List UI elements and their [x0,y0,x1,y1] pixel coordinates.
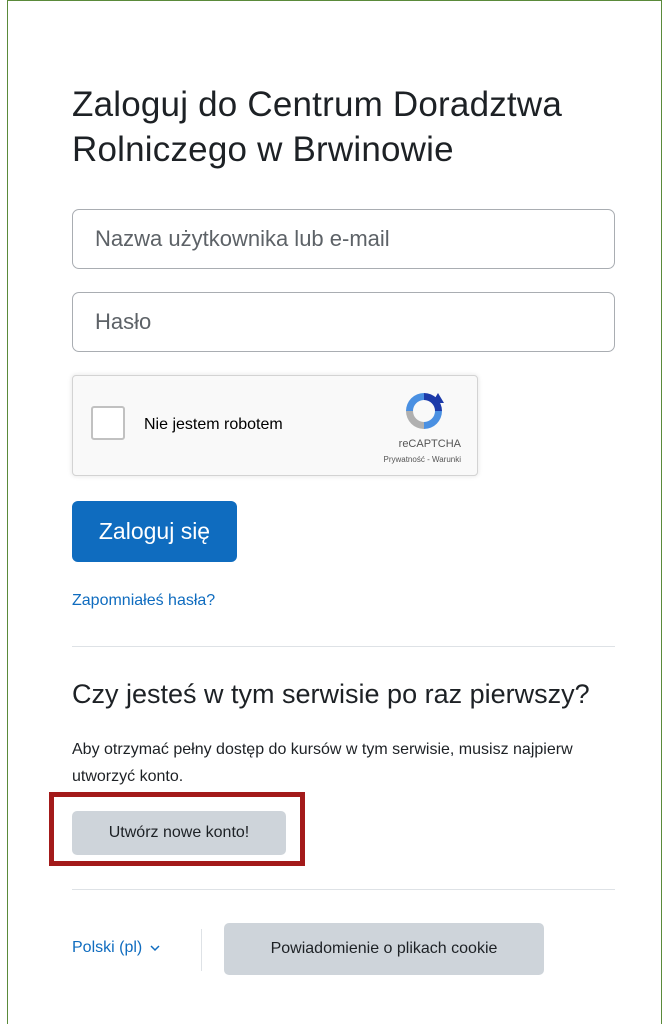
recaptcha-logo-icon [406,393,444,429]
username-input[interactable]: Nazwa użytkownika lub e-mail [72,209,615,269]
divider [72,646,615,647]
password-placeholder: Hasło [95,309,152,334]
create-account-button[interactable]: Utwórz nowe konto! [72,811,286,855]
recaptcha-link-separator: - [424,455,432,464]
page-title: Zaloguj do Centrum Doradztwa Rolniczego … [72,85,562,169]
recaptcha-privacy-link[interactable]: Prywatność [383,455,424,464]
language-label: Polski ‎(pl)‎ [72,939,143,956]
signup-heading: Czy jesteś w tym serwisie po raz pierwsz… [72,679,590,709]
password-input[interactable]: Hasło [72,292,615,352]
forgot-password-link[interactable]: Zapomniałeś hasła? [72,592,215,610]
signup-description: Aby otrzymać pełny dostęp do kursów w ty… [72,741,573,785]
chevron-down-icon [150,944,160,951]
footer-separator [201,929,202,971]
recaptcha-label: Nie jestem robotem [144,416,283,433]
divider [72,889,615,890]
recaptcha-checkbox[interactable] [91,406,125,440]
language-selector[interactable]: Polski ‎(pl)‎ [72,939,160,957]
login-button[interactable]: Zaloguj się [72,501,237,562]
username-placeholder: Nazwa użytkownika lub e-mail [95,226,390,251]
recaptcha-brand: reCAPTCHA [398,438,461,450]
recaptcha-links: Prywatność - Warunki [383,455,461,464]
cookie-notice-button[interactable]: Powiadomienie o plikach cookie [224,923,544,975]
recaptcha-terms-link[interactable]: Warunki [432,455,461,464]
recaptcha-widget: Nie jestem robotem reCAPTCHA Prywatność … [72,375,478,476]
